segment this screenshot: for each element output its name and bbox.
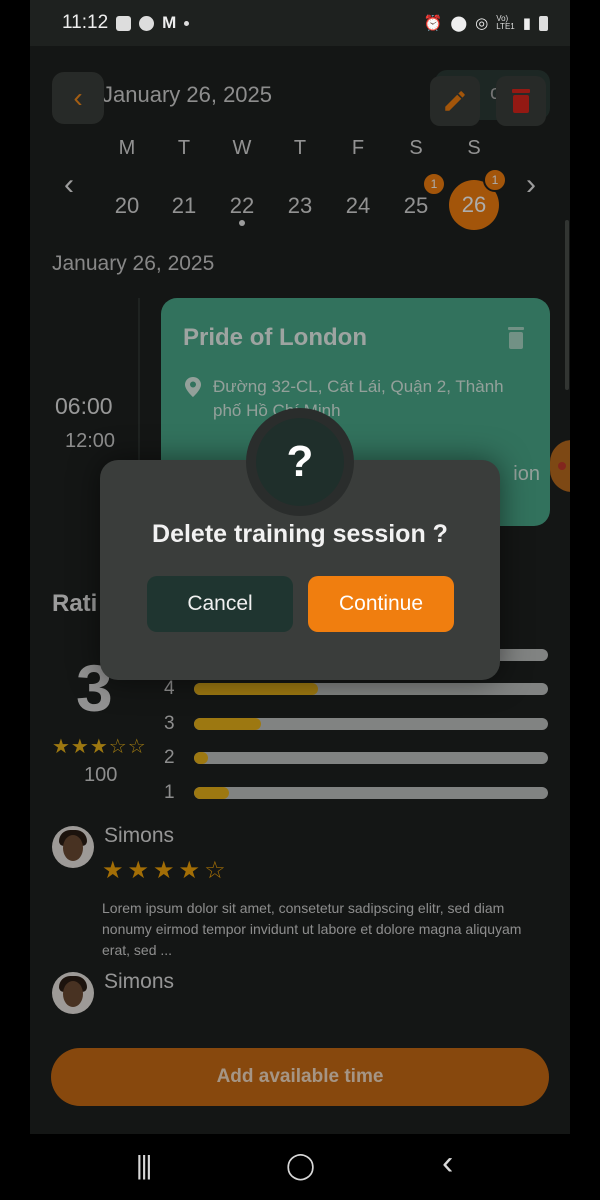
session-start-time: 06:00 (55, 393, 113, 419)
session-count-badge: 1 (422, 172, 446, 196)
rating-bar-row: 2 (164, 747, 554, 769)
chevron-left-icon: ‹ (73, 82, 83, 113)
globe-icon (139, 15, 155, 31)
avatar (52, 972, 94, 1014)
location-icon: ⬤ (450, 15, 468, 32)
day-number-selected: 26 1 (449, 168, 507, 230)
next-week-button[interactable]: › (526, 168, 536, 202)
session-extra-text: ion (513, 463, 540, 485)
day-number-text: 26 (461, 192, 487, 217)
review-stars: ★★★★☆ (102, 857, 230, 884)
system-nav-bar: ||| ◯ ‹ (30, 1134, 570, 1200)
prev-week-button[interactable]: ‹ (64, 168, 74, 202)
rating-count: 100 (84, 764, 118, 786)
rating-stars: ★★★☆☆ (52, 736, 147, 758)
rating-title: Rati (52, 590, 98, 617)
question-icon: ? (256, 418, 344, 506)
rating-bar-label: 1 (164, 782, 175, 803)
schedule-date-label: January 26, 2025 (52, 252, 215, 275)
day-fri[interactable]: F 24 (333, 130, 383, 228)
day-of-week: T (293, 137, 307, 159)
reviewer-name: Simons (104, 970, 175, 993)
signal-icon: ▮ (522, 15, 531, 32)
day-number: 22 (229, 193, 255, 218)
session-title: Pride of London (183, 324, 367, 351)
day-number-text: 25 (403, 193, 429, 218)
header: od January 26, 2025 ‹ (50, 70, 550, 126)
rating-bar-track (194, 752, 548, 764)
day-of-week: S (409, 137, 423, 159)
day-number: 20 (114, 193, 140, 218)
day-number: 23 (287, 193, 313, 218)
add-available-time-button[interactable]: Add available time (51, 1048, 549, 1106)
battery-icon (539, 15, 548, 31)
day-of-week: M (118, 137, 136, 159)
day-mon[interactable]: M 20 (102, 130, 152, 228)
alarm-icon: ⏰ (423, 15, 443, 32)
dot-icon (184, 20, 190, 26)
avatar (52, 826, 94, 868)
pencil-icon (445, 91, 465, 111)
rating-bar-row: 3 (164, 713, 554, 735)
day-number: 21 (171, 193, 197, 218)
phone-screen: 11:12 M ⏰ ⬤ ◎ Vo)LTE1 ▮ od January 26, 2… (30, 0, 570, 1200)
edit-button[interactable] (430, 76, 480, 126)
session-end-time: 12:00 (65, 430, 116, 452)
rating-bar-label: 4 (164, 678, 175, 699)
continue-button[interactable]: Continue (308, 576, 454, 632)
location-pin-icon (185, 377, 201, 397)
day-of-week: W (232, 137, 252, 159)
dialog-title: Delete training session ? (152, 520, 448, 548)
rating-bar-track (194, 718, 548, 730)
rating-bar-fill (194, 683, 318, 695)
rating-bar-label: 2 (164, 747, 175, 768)
day-number: 25 1 (394, 172, 446, 228)
day-thu[interactable]: T 23 (275, 130, 325, 228)
trash-icon[interactable] (506, 326, 526, 350)
day-sun[interactable]: S 26 1 (449, 130, 507, 230)
rating-bar-row: 4 (164, 678, 554, 700)
hotspot-icon: ◎ (475, 15, 489, 32)
delete-button[interactable] (496, 76, 546, 126)
status-bar: 11:12 M ⏰ ⬤ ◎ Vo) LTE1 ▮ (30, 0, 570, 46)
week-strip: ‹ › M 20 T 21 W 22 T 23 F 24 S 25 1 S 26… (50, 130, 550, 240)
recent-apps-icon[interactable]: ||| (136, 1150, 152, 1181)
nav-back-icon[interactable]: ‹ (442, 1144, 453, 1183)
mail-icon: M (162, 13, 177, 32)
session-address: Đường 32-CL, Cát Lái, Quận 2, Thành phố … (213, 377, 504, 420)
day-number: 24 (345, 193, 371, 218)
review-text: Lorem ipsum dolor sit amet, consetetur s… (102, 900, 522, 958)
rating-bar-fill (194, 787, 230, 799)
rating-bar-track (194, 787, 548, 799)
scrollbar[interactable] (565, 220, 569, 390)
rating-bar-fill (194, 752, 209, 764)
rating-bar-track (194, 683, 548, 695)
network-label: Vo) LTE1 (496, 14, 515, 31)
day-of-week: F (351, 137, 365, 159)
status-time: 11:12 (62, 12, 109, 33)
trash-icon (512, 89, 530, 113)
day-of-week: T (177, 137, 191, 159)
gallery-icon (116, 15, 132, 31)
day-wed[interactable]: W 22 (217, 130, 267, 226)
back-button[interactable]: ‹ (52, 72, 104, 124)
day-tue[interactable]: T 21 (159, 130, 209, 228)
rating-bar-fill (194, 718, 262, 730)
rating-bar-row: 1 (164, 782, 554, 804)
rating-bar-label: 3 (164, 713, 175, 734)
cancel-button[interactable]: Cancel (147, 576, 293, 632)
day-sat[interactable]: S 25 1 (391, 130, 446, 228)
session-count-badge: 1 (483, 168, 507, 192)
home-icon[interactable]: ◯ (286, 1150, 315, 1181)
reviewer-name: Simons (104, 824, 175, 847)
day-of-week: S (467, 137, 481, 159)
header-date-title: January 26, 2025 (102, 82, 273, 107)
